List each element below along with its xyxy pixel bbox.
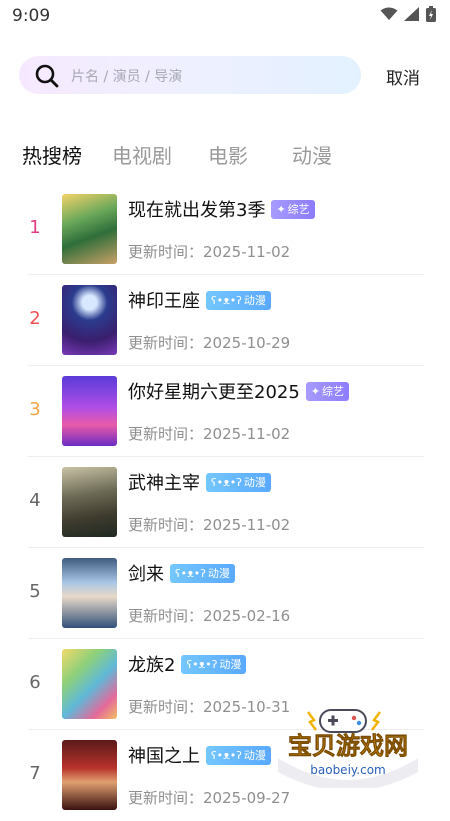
update-time: 更新时间：2025-11-02 [128,243,291,261]
list-item[interactable]: 3 你好星期六更至2025 ✦ 综艺 更新时间：2025-11-02 [0,366,450,457]
poster-thumbnail [62,285,117,355]
tab-hot-search[interactable]: 热搜榜 [22,140,82,169]
badge-label: 动漫 [207,567,230,580]
list-item[interactable]: 2 神印王座 ʕ•ᴥ•ʔ 动漫 更新时间：2025-10-29 [0,275,450,366]
star-icon: ✦ [276,202,286,216]
item-title: 神印王座 [128,291,200,312]
poster-thumbnail [62,649,117,719]
rank-number: 1 [29,217,41,238]
star-icon: ✦ [310,384,321,398]
tab-tv-series[interactable]: 电视剧 [112,140,172,169]
category-badge: ʕ•ᴥ•ʔ 动漫 [170,563,235,583]
badge-label: 动漫 [243,294,266,307]
badge-label: 动漫 [219,658,242,671]
watermark-domain: baobeiy.com [310,763,385,777]
category-badge: ʕ•ᴥ•ʔ 动漫 [206,745,271,765]
list-item[interactable]: 1 现在就出发第3季 ✦ 综艺 更新时间：2025-11-02 [0,184,450,275]
watermark-name: 宝贝游戏网 [288,732,408,760]
bear-icon: ʕ•ᴥ•ʔ [186,657,218,671]
badge-label: 动漫 [243,749,266,762]
bear-icon: ʕ•ᴥ•ʔ [175,566,206,580]
badge-label: 动漫 [243,476,266,489]
update-time: 更新时间：2025-11-02 [128,425,291,443]
badge-label: 综艺 [322,385,345,398]
status-icons [380,6,436,22]
rank-number: 7 [29,763,41,784]
item-title: 神国之上 [128,746,200,767]
item-title: 武神主宰 [128,473,200,494]
search-input[interactable]: 片名 / 演员 / 导演 [19,56,361,94]
category-badge: ʕ•ᴥ•ʔ 动漫 [206,290,271,310]
update-time: 更新时间：2025-10-29 [128,334,291,352]
category-badge: ✦ 综艺 [271,199,315,219]
tab-anime[interactable]: 动漫 [292,140,332,169]
badge-label: 综艺 [287,203,310,216]
search-placeholder: 片名 / 演员 / 导演 [71,69,183,85]
rank-number: 6 [29,672,41,693]
poster-thumbnail [62,467,117,537]
item-title: 你好星期六更至2025 [128,382,300,403]
poster-thumbnail [62,558,117,628]
bear-icon: ʕ•ᴥ•ʔ [211,475,242,489]
wifi-icon [380,7,398,20]
bear-icon: ʕ•ᴥ•ʔ [211,748,242,762]
status-time: 9:09 [12,6,51,26]
poster-thumbnail [62,194,117,264]
update-time: 更新时间：2025-09-27 [128,789,291,807]
search-icon [35,64,59,88]
update-time: 更新时间：2025-10-31 [128,698,291,716]
watermark-logo: 宝贝游戏网 baobeiy.com [278,709,418,788]
rank-number: 5 [29,581,41,602]
battery-icon [426,6,436,22]
update-time: 更新时间：2025-02-16 [128,607,291,625]
list-item[interactable]: 5 剑来 ʕ•ᴥ•ʔ 动漫 更新时间：2025-02-16 [0,548,450,639]
bear-icon: ʕ•ᴥ•ʔ [211,293,242,307]
rank-number: 3 [29,399,41,420]
item-title: 龙族2 [128,655,176,676]
gamepad-icon [307,709,381,733]
status-bar: 9:09 [0,0,450,32]
cellular-signal-icon [404,7,419,21]
item-title: 现在就出发第3季 [128,200,266,221]
tab-movies[interactable]: 电影 [208,140,248,169]
list-item[interactable]: 4 武神主宰 ʕ•ᴥ•ʔ 动漫 更新时间：2025-11-02 [0,457,450,548]
item-title: 剑来 [128,564,164,585]
rank-number: 2 [29,308,41,329]
poster-thumbnail [62,376,117,446]
cancel-button[interactable]: 取消 [386,64,420,89]
category-badge: ʕ•ᴥ•ʔ 动漫 [181,654,247,674]
category-badge: ✦ 综艺 [305,381,350,401]
category-badge: ʕ•ᴥ•ʔ 动漫 [206,472,271,492]
rank-number: 4 [29,490,41,511]
update-time: 更新时间：2025-11-02 [128,516,291,534]
